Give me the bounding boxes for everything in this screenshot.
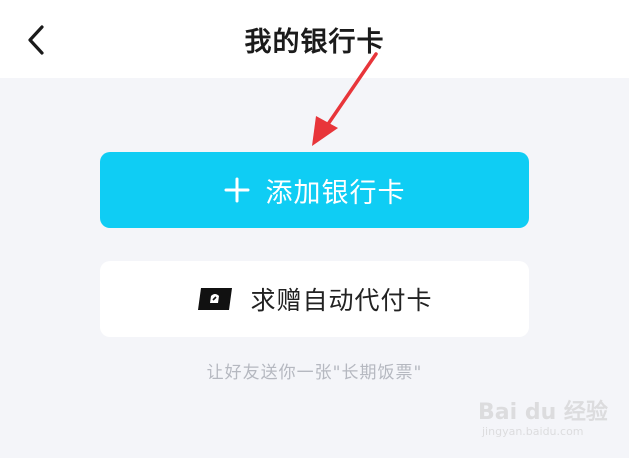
add-bank-card-button[interactable]: 添加银行卡 xyxy=(100,152,529,228)
annotation-arrow-icon xyxy=(312,52,378,146)
watermark-logo: Bai du 经验 xyxy=(478,400,608,425)
request-auto-pay-card-label: 求赠自动代付卡 xyxy=(250,286,433,315)
bank-card-page: 我的银行卡 添加银行卡 求赠自动代付卡 让好友送你一张"长期饭票" Bai du… xyxy=(0,0,629,458)
watermark-url: jingyan.baidu.com xyxy=(482,425,584,438)
card-icon xyxy=(198,288,233,310)
hint-text: 让好友送你一张"长期饭票" xyxy=(206,363,423,383)
request-auto-pay-card-button[interactable]: 求赠自动代付卡 xyxy=(100,261,529,337)
plus-icon xyxy=(224,177,249,203)
add-bank-card-label: 添加银行卡 xyxy=(265,177,406,209)
watermark: Bai du 经验 jingyan.baidu.com xyxy=(478,392,618,452)
